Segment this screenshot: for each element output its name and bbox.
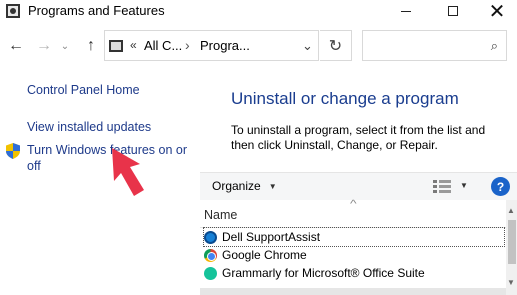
program-name: Grammarly for Microsoft® Office Suite [222, 266, 425, 280]
program-name: Dell SupportAssist [222, 230, 321, 244]
minimize-button[interactable] [383, 0, 429, 22]
chevron-down-icon: ▼ [268, 181, 277, 191]
forward-button[interactable]: → [34, 36, 54, 56]
search-icon: ⌕ [490, 38, 498, 53]
organize-label: Organize [212, 179, 261, 193]
sidebar-item-view-installed-updates[interactable]: View installed updates [27, 119, 151, 135]
refresh-button[interactable]: ↻ [320, 30, 352, 61]
recent-locations-button[interactable]: ⌄ [58, 36, 72, 56]
navigation-bar: ← → ⌄ ↑ « All C... › Progra... ⌄ ↻ ⌕ [0, 30, 517, 62]
horizontal-scrollbar[interactable] [200, 288, 506, 295]
control-panel-icon [109, 40, 123, 52]
list-item[interactable]: Google Chrome [204, 246, 504, 264]
list-toolbar: Organize ▼ ▼ ? [200, 172, 517, 200]
maximize-button[interactable] [430, 0, 476, 22]
vertical-scrollbar[interactable]: ▲ ▼ [506, 200, 517, 295]
list-item[interactable]: Dell SupportAssist [203, 227, 505, 247]
breadcrumb-programs-and-features[interactable]: Progra... [200, 38, 250, 53]
column-header-name[interactable]: Name [204, 208, 237, 222]
view-options-chevron-icon[interactable]: ▼ [460, 181, 468, 190]
sort-indicator-icon: ^ [350, 199, 357, 210]
refresh-icon: ↻ [328, 37, 343, 55]
window-title: Programs and Features [28, 3, 165, 18]
sidebar-item-control-panel-home[interactable]: Control Panel Home [27, 82, 140, 98]
chrome-icon [204, 248, 217, 262]
minimize-icon [401, 10, 411, 12]
scroll-down-icon[interactable]: ▼ [507, 278, 515, 287]
help-button[interactable]: ? [491, 177, 510, 196]
breadcrumb-all-control-panel-items[interactable]: All C... [144, 38, 182, 53]
scroll-thumb[interactable] [508, 220, 516, 264]
page-title: Uninstall or change a program [231, 89, 459, 108]
program-list: ^ Name Dell SupportAssist Google Chrome … [200, 199, 517, 295]
address-bar[interactable]: « All C... › Progra... ⌄ [104, 30, 319, 61]
page-description: To uninstall a program, select it from t… [231, 123, 486, 152]
grammarly-icon [204, 266, 217, 280]
breadcrumb-separator[interactable]: › [185, 37, 190, 53]
back-button[interactable]: ← [6, 36, 26, 56]
programs-and-features-icon [6, 4, 20, 18]
search-input[interactable]: ⌕ [362, 30, 507, 61]
program-name: Google Chrome [222, 248, 307, 262]
change-view-icon[interactable] [433, 180, 451, 193]
close-button[interactable]: ✕ [474, 0, 517, 23]
address-dropdown-button[interactable]: ⌄ [302, 38, 313, 54]
title-bar: Programs and Features ✕ [0, 0, 517, 23]
address-overflow-chevron[interactable]: « [130, 38, 137, 52]
maximize-icon [448, 6, 458, 16]
up-button[interactable]: ↑ [81, 36, 101, 56]
list-item[interactable]: Grammarly for Microsoft® Office Suite [204, 264, 504, 282]
scroll-up-icon[interactable]: ▲ [507, 206, 515, 215]
uac-shield-icon [6, 143, 20, 159]
organize-button[interactable]: Organize ▼ [212, 179, 277, 193]
dell-supportassist-icon [204, 230, 217, 244]
pointer-arrow-icon [112, 148, 144, 196]
